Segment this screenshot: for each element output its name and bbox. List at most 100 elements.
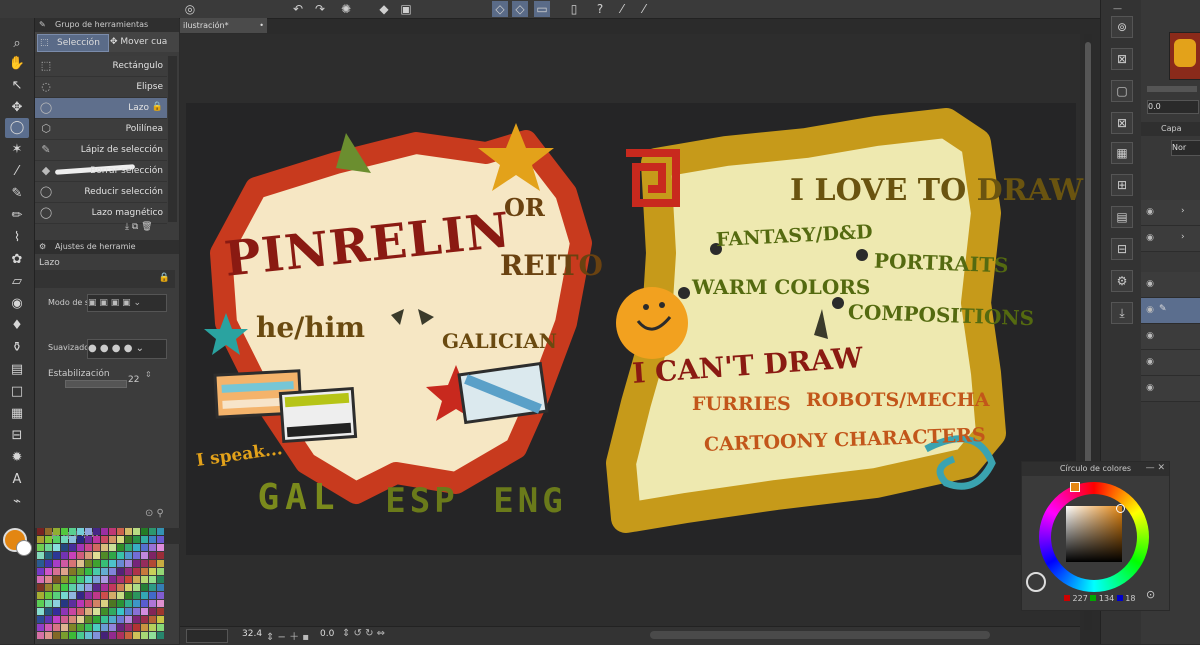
- color-swatch[interactable]: [157, 560, 164, 567]
- document-icon[interactable]: ▯: [566, 1, 582, 17]
- color-swatch[interactable]: [85, 592, 92, 599]
- color-swatch[interactable]: [109, 568, 116, 575]
- color-swatch[interactable]: [125, 552, 132, 559]
- color-swatch[interactable]: [85, 576, 92, 583]
- color-swatch[interactable]: [117, 536, 124, 543]
- color-swatch[interactable]: [109, 600, 116, 607]
- color-swatch[interactable]: [109, 560, 116, 567]
- layer-row[interactable]: ◉: [1141, 324, 1200, 350]
- saturation-value-square[interactable]: [1066, 506, 1122, 562]
- color-swatch[interactable]: [157, 544, 164, 551]
- color-swatch[interactable]: [85, 528, 92, 535]
- eyedropper-2-icon[interactable]: ⁄: [636, 1, 652, 17]
- color-swatch[interactable]: [157, 624, 164, 631]
- mode-selector[interactable]: ▣ ▣ ▣ ▣ ⌄: [87, 294, 167, 312]
- panel-close-icon[interactable]: — ✕: [1146, 463, 1165, 473]
- color-swatch[interactable]: [117, 616, 124, 623]
- color-swatch[interactable]: [93, 600, 100, 607]
- color-swatch[interactable]: [109, 584, 116, 591]
- color-swatch[interactable]: [109, 624, 116, 631]
- color-swatch[interactable]: [61, 560, 68, 567]
- color-swatch[interactable]: [149, 552, 156, 559]
- color-swatch[interactable]: [45, 608, 52, 615]
- color-swatch[interactable]: [37, 632, 44, 639]
- color-swatch[interactable]: [133, 624, 140, 631]
- color-swatch[interactable]: [69, 576, 76, 583]
- close-x-icon[interactable]: ⊠: [1111, 112, 1133, 134]
- color-swatch[interactable]: [125, 568, 132, 575]
- navigator-slider[interactable]: [1147, 86, 1197, 92]
- color-swatch[interactable]: [45, 616, 52, 623]
- folder-chevron-icon[interactable]: ›: [1181, 206, 1185, 216]
- color-swatch[interactable]: [77, 536, 84, 543]
- color-swatch[interactable]: [149, 568, 156, 575]
- color-swatch[interactable]: [101, 528, 108, 535]
- frame-tool-icon[interactable]: ▦: [5, 404, 29, 424]
- zoom-tool-icon[interactable]: ⌕: [5, 34, 29, 54]
- new-vector-layer-icon[interactable]: ⊟: [1111, 238, 1133, 260]
- eyedropper-icon[interactable]: ⁄: [614, 1, 630, 17]
- color-swatch[interactable]: [37, 584, 44, 591]
- color-swatch[interactable]: [77, 624, 84, 631]
- color-swatch[interactable]: [141, 552, 148, 559]
- color-swatch[interactable]: [45, 576, 52, 583]
- color-swatch[interactable]: [109, 592, 116, 599]
- eye-icon[interactable]: ◉: [1144, 206, 1156, 218]
- color-swatch[interactable]: [157, 592, 164, 599]
- color-swatch[interactable]: [109, 632, 116, 639]
- move-tool-icon[interactable]: ✥: [5, 98, 29, 118]
- layer-row[interactable]: ◉: [1141, 350, 1200, 376]
- eye-icon[interactable]: ◉: [1144, 356, 1156, 368]
- color-swatch[interactable]: [69, 584, 76, 591]
- color-swatch[interactable]: [37, 528, 44, 535]
- color-swatch[interactable]: [141, 584, 148, 591]
- tab-seleccion[interactable]: ⬚ Selección: [37, 34, 109, 52]
- color-swatch[interactable]: [141, 600, 148, 607]
- color-swatch[interactable]: [61, 592, 68, 599]
- color-swatch[interactable]: [85, 616, 92, 623]
- color-swatch[interactable]: [61, 624, 68, 631]
- color-swatch[interactable]: [133, 568, 140, 575]
- color-swatch[interactable]: [157, 600, 164, 607]
- color-swatch[interactable]: [93, 616, 100, 623]
- color-swatch[interactable]: [69, 528, 76, 535]
- color-swatch[interactable]: [117, 544, 124, 551]
- color-swatch[interactable]: [133, 600, 140, 607]
- subtool-item-lazo[interactable]: ◯ Lazo 🔒: [35, 98, 167, 119]
- color-swatch[interactable]: [149, 624, 156, 631]
- color-swatch[interactable]: [37, 608, 44, 615]
- color-swatch[interactable]: [101, 624, 108, 631]
- color-swatch[interactable]: [101, 560, 108, 567]
- color-swatch[interactable]: [141, 568, 148, 575]
- color-swatch[interactable]: [149, 536, 156, 543]
- color-swatch[interactable]: [53, 616, 60, 623]
- color-mode-icon[interactable]: ⊙: [1146, 588, 1155, 601]
- color-swatch[interactable]: [125, 608, 132, 615]
- subtool-item-reducir-seleccion[interactable]: ◯ Reducir selección: [35, 182, 167, 203]
- figure-tool-icon[interactable]: □: [5, 382, 29, 402]
- subtool-item-lapiz-seleccion[interactable]: ✎ Lápiz de selección: [35, 140, 167, 161]
- color-swatch[interactable]: [149, 600, 156, 607]
- color-swatch[interactable]: [37, 592, 44, 599]
- color-swatch[interactable]: [93, 624, 100, 631]
- color-swatch[interactable]: [125, 616, 132, 623]
- color-swatch[interactable]: [53, 568, 60, 575]
- color-swatch[interactable]: [77, 552, 84, 559]
- color-swatch[interactable]: [53, 536, 60, 543]
- color-swatch[interactable]: [45, 568, 52, 575]
- color-swatch[interactable]: [157, 616, 164, 623]
- color-swatch[interactable]: [77, 592, 84, 599]
- color-swatch[interactable]: [61, 544, 68, 551]
- reset-icon[interactable]: ⊙ ⚲: [145, 508, 164, 519]
- gradient-tool-icon[interactable]: ▤: [5, 360, 29, 380]
- tab-mover[interactable]: ✥ Mover cua: [107, 34, 179, 50]
- color-swatch[interactable]: [53, 624, 60, 631]
- color-swatch[interactable]: [37, 616, 44, 623]
- color-swatch[interactable]: [45, 528, 52, 535]
- grid-icon[interactable]: ▦: [1111, 142, 1133, 164]
- layer-row[interactable]: ◉: [1141, 272, 1200, 298]
- decoration-tool-icon[interactable]: ✿: [5, 250, 29, 270]
- window-minimize-icon[interactable]: —: [1113, 4, 1122, 14]
- color-swatch[interactable]: [53, 552, 60, 559]
- stabilization-slider[interactable]: [65, 380, 127, 388]
